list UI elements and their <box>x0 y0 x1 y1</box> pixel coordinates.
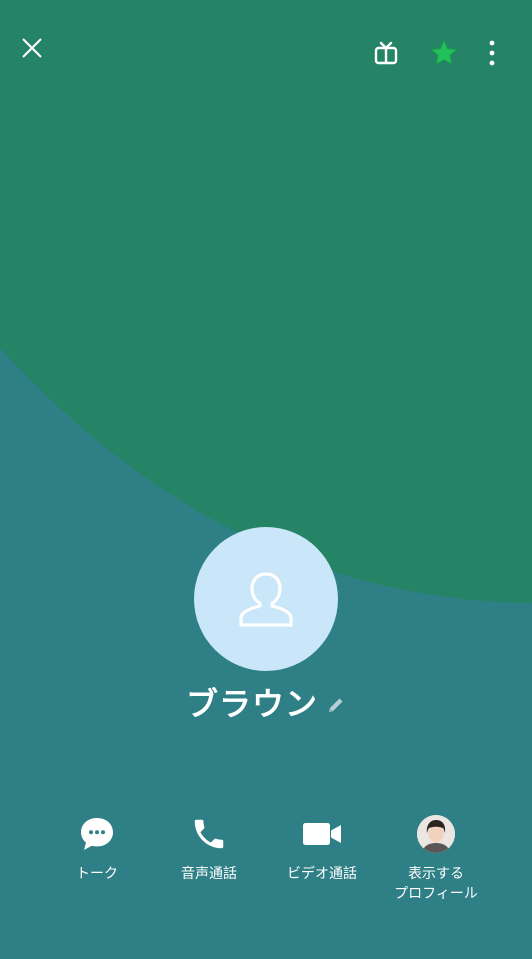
gift-button[interactable] <box>367 34 405 72</box>
star-icon <box>431 40 457 65</box>
chat-button[interactable] <box>73 810 121 858</box>
edit-name-button[interactable] <box>326 695 346 715</box>
video-call-button[interactable] <box>298 810 346 858</box>
display-profile-label: 表示する プロフィール <box>394 866 478 902</box>
close-icon <box>22 38 42 58</box>
profile-screen: ブラウン トーク 音声通話 ビデオ通話 表示する プロフィール <box>0 0 532 959</box>
gift-icon <box>374 41 398 65</box>
profile-name-row: ブラウン <box>0 680 532 724</box>
talk-label: トーク <box>76 866 118 882</box>
close-button[interactable] <box>14 30 50 66</box>
more-vertical-icon <box>489 40 495 66</box>
voice-call-button[interactable] <box>185 810 233 858</box>
display-profile-action[interactable]: 表示する プロフィール <box>376 810 496 904</box>
person-icon <box>239 572 293 627</box>
favorite-button[interactable] <box>425 34 463 72</box>
profile-avatar[interactable] <box>194 527 338 671</box>
display-profile-button[interactable] <box>412 810 460 858</box>
video-call-action[interactable]: ビデオ通話 <box>262 810 382 884</box>
talk-action[interactable]: トーク <box>37 810 157 884</box>
chat-bubble-icon <box>81 818 113 850</box>
voice-call-label: 音声通話 <box>181 866 237 882</box>
pencil-icon <box>329 698 343 712</box>
video-camera-icon <box>303 823 341 845</box>
profile-name: ブラウン <box>185 685 318 723</box>
phone-icon <box>194 819 224 849</box>
user-photo-avatar <box>417 815 455 853</box>
voice-call-action[interactable]: 音声通話 <box>149 810 269 884</box>
more-button[interactable] <box>476 34 508 72</box>
video-call-label: ビデオ通話 <box>287 866 357 882</box>
